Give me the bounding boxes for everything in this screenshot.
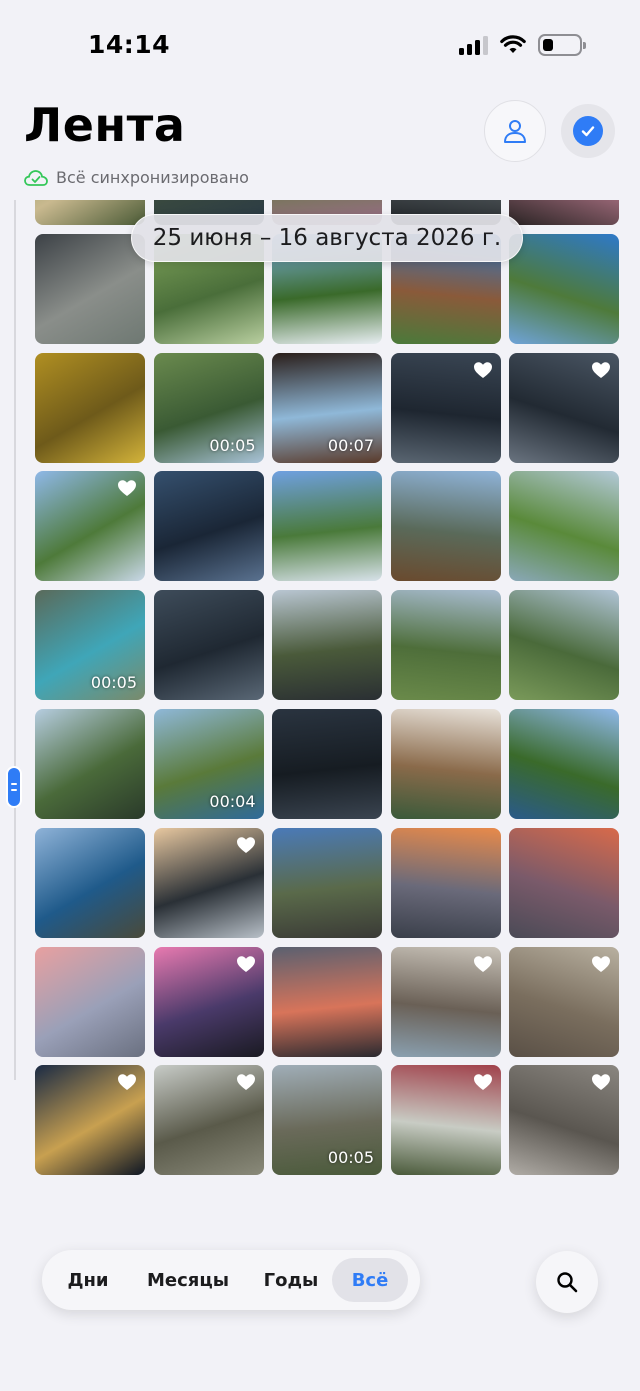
photo-thumbnail[interactable]: 00:04 [153, 708, 264, 819]
photo-thumbnail[interactable] [35, 471, 145, 582]
photo-thumbnail[interactable] [509, 946, 619, 1057]
photo-thumbnail[interactable] [390, 946, 501, 1057]
photo-thumbnail[interactable] [35, 352, 145, 463]
photo-thumbnail[interactable] [509, 827, 619, 938]
photo-thumbnail[interactable]: 00:05 [153, 352, 264, 463]
photos-screen: 14:14 Лента Всё синхронизировано 00:05 0… [0, 0, 640, 1391]
scroll-track [14, 200, 16, 1080]
page-title: Лента [24, 98, 186, 152]
cellular-signal-icon [459, 35, 488, 55]
photo-thumbnail[interactable] [509, 590, 619, 701]
photo-thumbnail[interactable] [509, 471, 619, 582]
favorite-heart-icon [236, 1073, 256, 1091]
photo-thumbnail[interactable] [272, 708, 382, 819]
scroll-handle[interactable] [6, 766, 22, 808]
wifi-icon [500, 35, 526, 53]
tab-months[interactable]: Месяцы [126, 1258, 250, 1302]
select-button[interactable] [561, 104, 615, 158]
photo-thumbnail[interactable] [153, 471, 264, 582]
video-duration: 00:05 [209, 435, 256, 455]
status-icons [459, 34, 586, 56]
video-duration: 00:05 [327, 1148, 374, 1168]
tab-all[interactable]: Всё [332, 1258, 408, 1302]
photo-thumbnail[interactable] [390, 827, 501, 938]
profile-button[interactable] [484, 100, 546, 162]
favorite-heart-icon [591, 361, 611, 379]
photo-grid-viewport[interactable]: 00:05 00:07 00:05 00:04 00:05 [0, 200, 640, 1240]
view-mode-tabs: Дни Месяцы Годы Всё [42, 1250, 420, 1310]
video-duration: 00:05 [90, 673, 137, 693]
status-time: 14:14 [88, 30, 171, 59]
sync-status: Всё синхронизировано [24, 168, 249, 187]
cloud-check-icon [24, 169, 48, 186]
sync-text: Всё синхронизировано [56, 168, 249, 187]
photo-thumbnail[interactable] [390, 708, 501, 819]
photo-thumbnail[interactable] [35, 200, 145, 225]
photo-thumbnail[interactable]: 00:07 [272, 352, 382, 463]
favorite-heart-icon [591, 955, 611, 973]
photo-thumbnail[interactable] [390, 590, 501, 701]
photo-thumbnail[interactable] [153, 946, 264, 1057]
photo-thumbnail[interactable] [272, 827, 382, 938]
favorite-heart-icon [591, 1073, 611, 1091]
photo-thumbnail[interactable]: 00:05 [272, 1065, 382, 1176]
photo-thumbnail[interactable] [272, 471, 382, 582]
photo-thumbnail[interactable] [272, 590, 382, 701]
photo-thumbnail[interactable] [509, 352, 619, 463]
date-range-label: 25 июня – 16 августа 2026 г. [131, 214, 523, 262]
tab-years[interactable]: Годы [250, 1258, 332, 1302]
photo-thumbnail[interactable] [35, 946, 145, 1057]
battery-icon [538, 34, 586, 56]
video-duration: 00:04 [209, 791, 256, 811]
tab-days[interactable]: Дни [50, 1258, 126, 1302]
photo-thumbnail[interactable] [390, 352, 501, 463]
favorite-heart-icon [117, 1073, 137, 1091]
photo-thumbnail[interactable] [509, 233, 619, 344]
photo-thumbnail[interactable] [390, 471, 501, 582]
video-duration: 00:07 [327, 435, 374, 455]
photo-thumbnail[interactable] [35, 827, 145, 938]
checkmark-icon [581, 126, 595, 137]
photo-thumbnail[interactable] [35, 1065, 145, 1176]
photo-grid: 00:05 00:07 00:05 00:04 00:05 [35, 200, 619, 1176]
photo-thumbnail[interactable]: 00:05 [35, 590, 145, 701]
favorite-heart-icon [473, 955, 493, 973]
photo-thumbnail[interactable] [35, 233, 145, 344]
favorite-heart-icon [473, 1073, 493, 1091]
photo-thumbnail[interactable] [509, 1065, 619, 1176]
photo-thumbnail[interactable] [272, 946, 382, 1057]
photo-thumbnail[interactable] [153, 827, 264, 938]
favorite-heart-icon [473, 361, 493, 379]
search-button[interactable] [536, 1251, 598, 1313]
photo-thumbnail[interactable] [390, 1065, 501, 1176]
photo-thumbnail[interactable] [509, 708, 619, 819]
favorite-heart-icon [236, 955, 256, 973]
photo-thumbnail[interactable] [153, 1065, 264, 1176]
search-icon [557, 1272, 578, 1293]
photo-thumbnail[interactable] [509, 200, 619, 225]
favorite-heart-icon [117, 479, 137, 497]
favorite-heart-icon [236, 836, 256, 854]
photo-thumbnail[interactable] [153, 590, 264, 701]
photo-thumbnail[interactable] [35, 708, 145, 819]
person-icon [504, 120, 526, 143]
